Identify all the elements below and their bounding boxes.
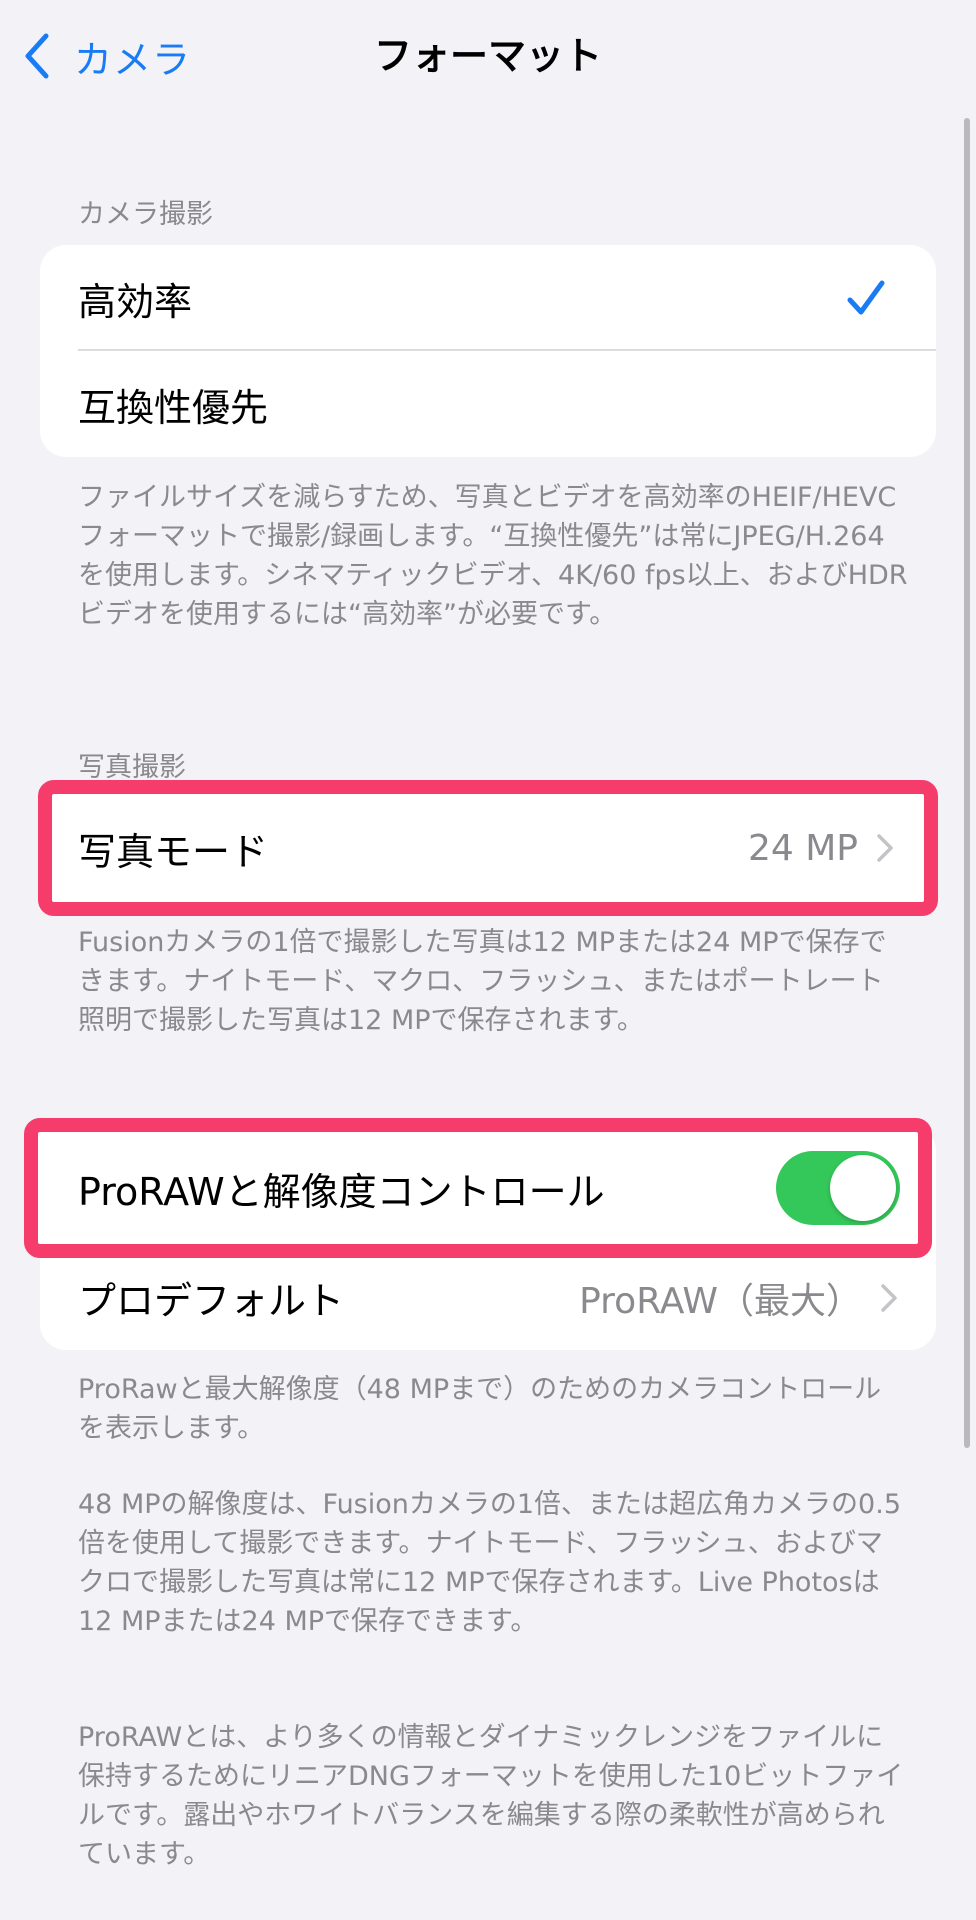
checkmark-icon	[847, 280, 885, 315]
camera-capture-group: 高効率 互換性優先	[40, 245, 936, 457]
option-label: 互換性優先	[78, 385, 269, 430]
option-most-compatible[interactable]: 互換性優先	[40, 351, 936, 457]
section-header-photo-capture: 写真撮影	[78, 752, 186, 783]
page-title: フォーマット	[373, 34, 602, 78]
section-header-camera-capture: カメラ撮影	[78, 199, 213, 230]
toggle-knob	[830, 1155, 896, 1221]
chevron-right-icon	[881, 1283, 897, 1312]
proraw-footer-1: ProRawと最大解像度（48 MPまで）のためのカメラコントロールを表示します…	[78, 1374, 882, 1444]
photo-mode-row[interactable]: 写真モード 24 MP	[52, 794, 924, 902]
proraw-footer-2: 48 MPの解像度は、Fusionカメラの1倍、または超広角カメラの0.5倍を使…	[78, 1489, 901, 1637]
proraw-toggle-label: ProRAWと解像度コントロール	[78, 1169, 605, 1214]
photo-mode-label: 写真モード	[78, 829, 269, 874]
chevron-right-icon	[877, 834, 893, 862]
photo-capture-footer: Fusionカメラの1倍で撮影した写真は12 MPまたは24 MPで保存できます…	[78, 927, 887, 1036]
proraw-toggle-switch[interactable]	[776, 1151, 900, 1225]
option-high-efficiency[interactable]: 高効率	[40, 245, 936, 351]
navigation-bar: カメラ フォーマット	[0, 0, 976, 110]
camera-capture-footer: ファイルサイズを減らすため、写真とビデオを高効率のHEIF/HEVCフォーマット…	[78, 482, 908, 630]
pro-default-row[interactable]: プロデフォルト ProRAW（最大）	[40, 1245, 936, 1350]
proraw-footer-3: ProRAWとは、より多くの情報とダイナミックレンジをファイルに保持するためにリ…	[78, 1722, 904, 1870]
option-label: 高効率	[78, 279, 193, 324]
pro-default-value: ProRAW（最大）	[579, 1280, 862, 1322]
photo-mode-value: 24 MP	[747, 827, 858, 869]
pro-default-label: プロデフォルト	[78, 1279, 345, 1323]
scrollbar[interactable]	[964, 118, 970, 1448]
proraw-toggle-row: ProRAWと解像度コントロール	[38, 1132, 918, 1244]
